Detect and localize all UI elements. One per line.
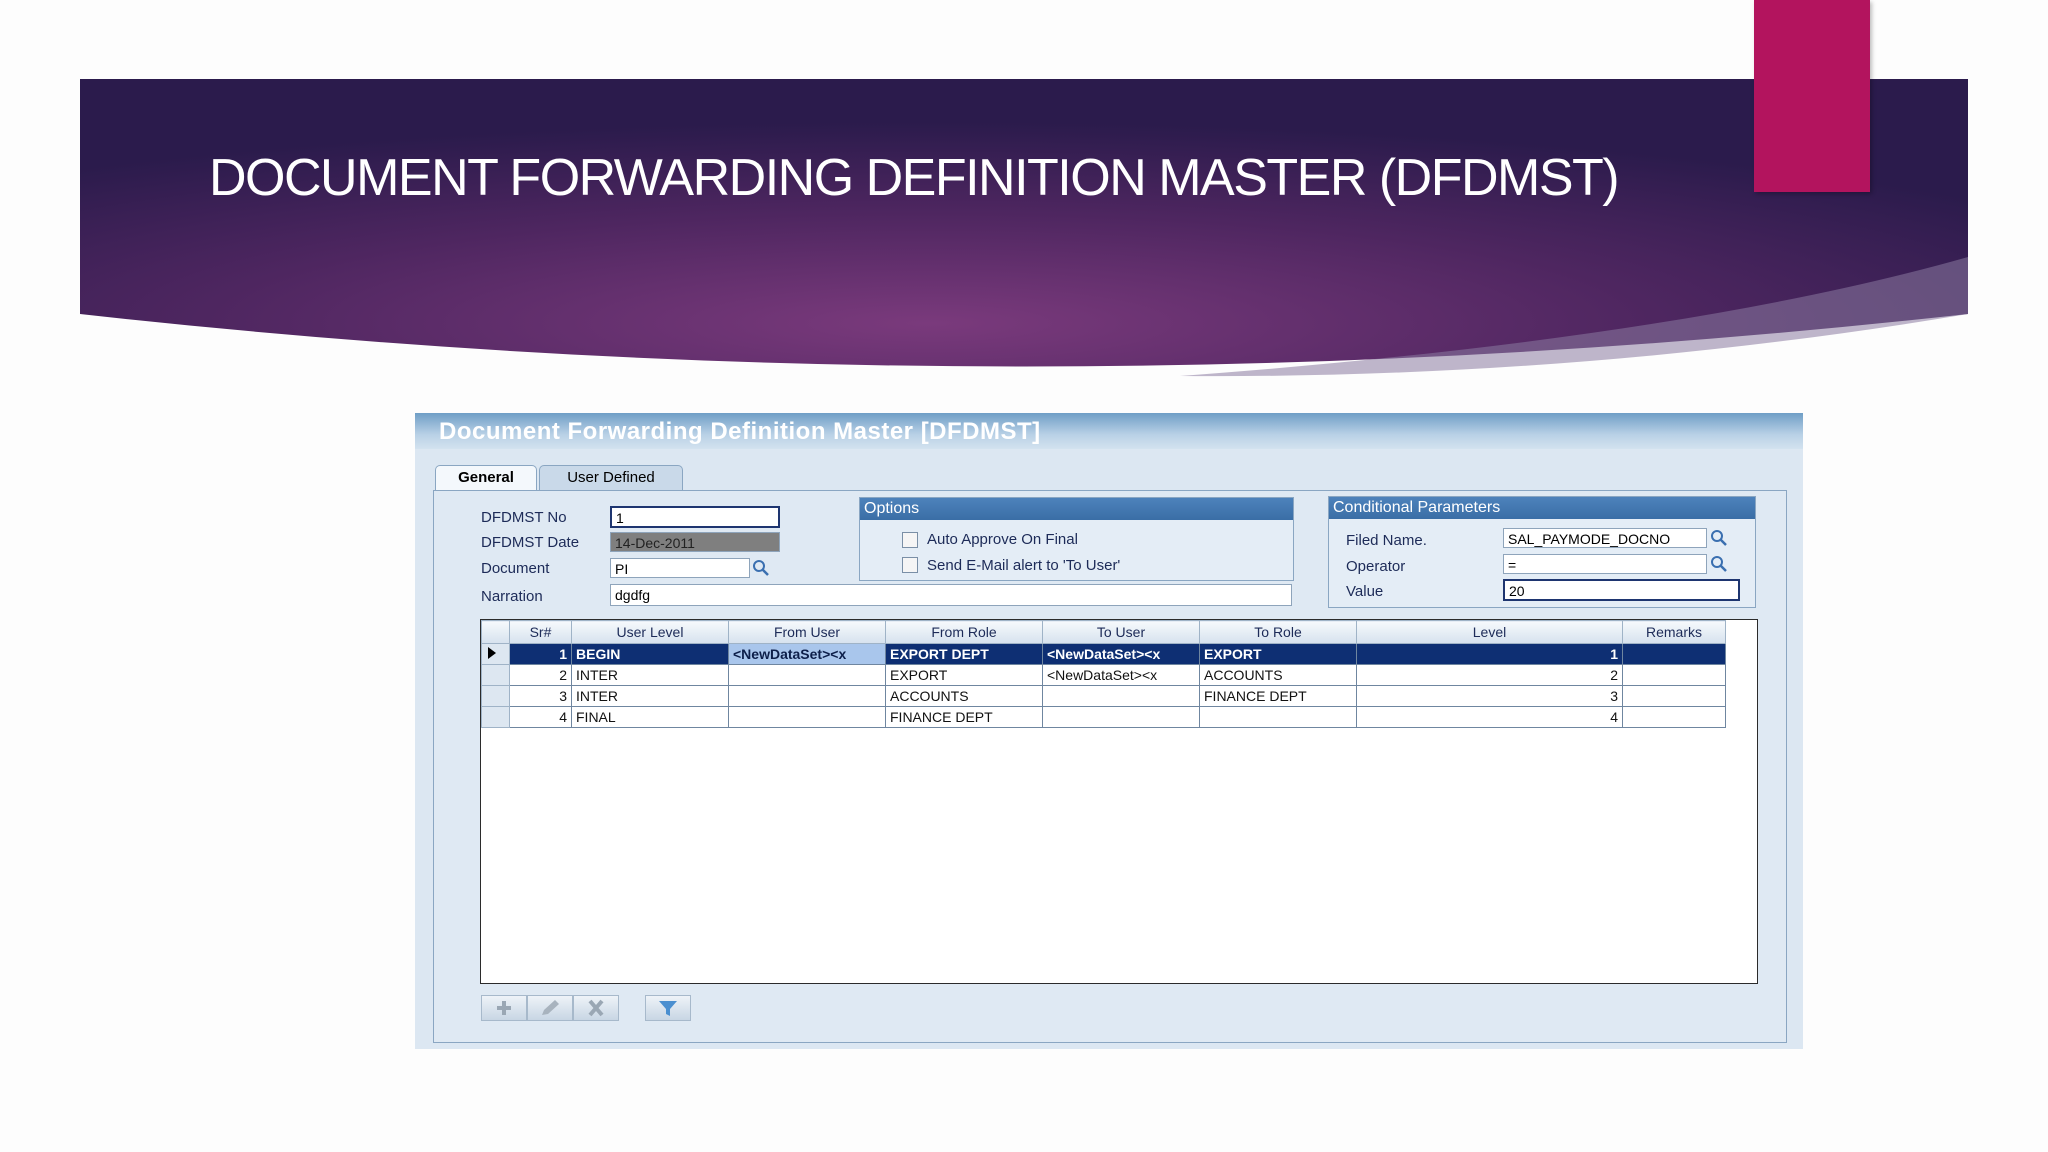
cell-from-role[interactable]: ACCOUNTS <box>885 685 1043 707</box>
conditional-parameters-title: Conditional Parameters <box>1329 497 1755 519</box>
send-email-checkbox[interactable] <box>902 557 918 573</box>
cell-remarks[interactable] <box>1622 706 1726 728</box>
filter-icon <box>659 1001 677 1016</box>
cell-user-level[interactable]: BEGIN <box>571 643 729 665</box>
cell-user-level[interactable]: INTER <box>571 664 729 686</box>
delete-icon <box>588 999 604 1017</box>
document-field[interactable]: PI <box>610 558 750 578</box>
cell-level[interactable]: 1 <box>1356 643 1623 665</box>
cell-sr[interactable]: 3 <box>509 685 572 707</box>
send-email-label: Send E-Mail alert to 'To User' <box>927 557 1121 574</box>
operator-search-icon[interactable] <box>1708 554 1730 574</box>
cell-level[interactable]: 2 <box>1356 664 1623 686</box>
window-titlebar: Document Forwarding Definition Master [D… <box>415 413 1803 449</box>
cell-level[interactable]: 3 <box>1356 685 1623 707</box>
col-header-to-user[interactable]: To User <box>1042 620 1200 644</box>
auto-approve-label: Auto Approve On Final <box>927 531 1078 548</box>
dfdmst-no-field[interactable]: 1 <box>610 506 780 528</box>
row-header-corner <box>481 620 510 644</box>
document-label: Document <box>481 560 550 577</box>
cell-user-level[interactable]: INTER <box>571 685 729 707</box>
add-icon <box>497 1001 511 1015</box>
table-row[interactable]: 3 INTER ACCOUNTS FINANCE DEPT 3 <box>481 685 1726 707</box>
options-title: Options <box>860 498 1293 520</box>
cell-remarks[interactable] <box>1622 643 1726 665</box>
cell-from-role[interactable]: FINANCE DEPT <box>885 706 1043 728</box>
filed-name-field[interactable]: SAL_PAYMODE_DOCNO <box>1503 528 1707 548</box>
document-search-icon[interactable] <box>750 558 772 578</box>
table-row[interactable]: 4 FINAL FINANCE DEPT 4 <box>481 706 1726 728</box>
current-row-arrow-icon <box>488 646 496 659</box>
filter-button[interactable] <box>645 995 691 1021</box>
title-banner <box>80 79 1968 377</box>
cell-to-user[interactable] <box>1042 706 1200 728</box>
cell-to-role[interactable]: EXPORT <box>1199 643 1357 665</box>
narration-field[interactable]: dgdfg <box>610 584 1292 606</box>
cell-to-role[interactable]: FINANCE DEPT <box>1199 685 1357 707</box>
cell-remarks[interactable] <box>1622 664 1726 686</box>
cell-from-user[interactable]: <NewDataSet><x <box>728 643 886 665</box>
col-header-user-level[interactable]: User Level <box>571 620 729 644</box>
narration-label: Narration <box>481 588 543 605</box>
row-selector[interactable] <box>481 643 510 665</box>
grid-header-row: Sr# User Level From User From Role To Us… <box>481 620 1726 644</box>
cell-user-level[interactable]: FINAL <box>571 706 729 728</box>
cell-to-user[interactable]: <NewDataSet><x <box>1042 664 1200 686</box>
cell-sr[interactable]: 1 <box>509 643 572 665</box>
cell-to-user[interactable] <box>1042 685 1200 707</box>
cell-to-role[interactable]: ACCOUNTS <box>1199 664 1357 686</box>
tab-user-defined[interactable]: User Defined <box>539 465 683 490</box>
cell-from-user[interactable] <box>728 664 886 686</box>
cell-sr[interactable]: 4 <box>509 706 572 728</box>
cell-remarks[interactable] <box>1622 685 1726 707</box>
delete-row-button[interactable] <box>573 995 619 1021</box>
cell-to-role[interactable] <box>1199 706 1357 728</box>
slide-title: DOCUMENT FORWARDING DEFINITION MASTER (D… <box>209 149 1620 207</box>
col-header-to-role[interactable]: To Role <box>1199 620 1357 644</box>
operator-label: Operator <box>1346 558 1406 575</box>
filed-name-label: Filed Name. <box>1346 532 1427 549</box>
table-row[interactable]: 2 INTER EXPORT <NewDataSet><x ACCOUNTS 2 <box>481 664 1726 686</box>
col-header-from-role[interactable]: From Role <box>885 620 1043 644</box>
cell-from-role[interactable]: EXPORT DEPT <box>885 643 1043 665</box>
row-selector[interactable] <box>481 706 510 728</box>
dfdmst-date-label: DFDMST Date <box>481 534 580 551</box>
filed-name-search-icon[interactable] <box>1708 528 1730 548</box>
operator-field[interactable]: = <box>1503 554 1707 574</box>
dfdmst-date-field: 14-Dec-2011 <box>610 532 780 552</box>
cell-from-user[interactable] <box>728 706 886 728</box>
cell-from-role[interactable]: EXPORT <box>885 664 1043 686</box>
cell-level[interactable]: 4 <box>1356 706 1623 728</box>
table-row[interactable]: 1 BEGIN <NewDataSet><x EXPORT DEPT <NewD… <box>481 643 1726 665</box>
forwarding-table: Sr# User Level From User From Role To Us… <box>481 620 1726 728</box>
accent-bar <box>1754 0 1870 192</box>
row-selector[interactable] <box>481 685 510 707</box>
dfdmst-no-label: DFDMST No <box>481 509 567 526</box>
auto-approve-checkbox[interactable] <box>902 532 918 548</box>
col-header-level[interactable]: Level <box>1356 620 1623 644</box>
col-header-sr[interactable]: Sr# <box>509 620 572 644</box>
row-selector[interactable] <box>481 664 510 686</box>
cell-sr[interactable]: 2 <box>509 664 572 686</box>
forwarding-grid: Sr# User Level From User From Role To Us… <box>480 619 1758 984</box>
col-header-from-user[interactable]: From User <box>728 620 886 644</box>
add-row-button[interactable] <box>481 995 527 1021</box>
col-header-remarks[interactable]: Remarks <box>1622 620 1726 644</box>
tab-general[interactable]: General <box>435 465 537 492</box>
cell-to-user[interactable]: <NewDataSet><x <box>1042 643 1200 665</box>
cell-from-user[interactable] <box>728 685 886 707</box>
value-label: Value <box>1346 583 1384 600</box>
edit-row-button[interactable] <box>527 995 573 1021</box>
edit-icon <box>542 1000 559 1015</box>
window-title: Document Forwarding Definition Master [D… <box>439 418 1041 445</box>
value-field[interactable]: 20 <box>1503 579 1740 601</box>
